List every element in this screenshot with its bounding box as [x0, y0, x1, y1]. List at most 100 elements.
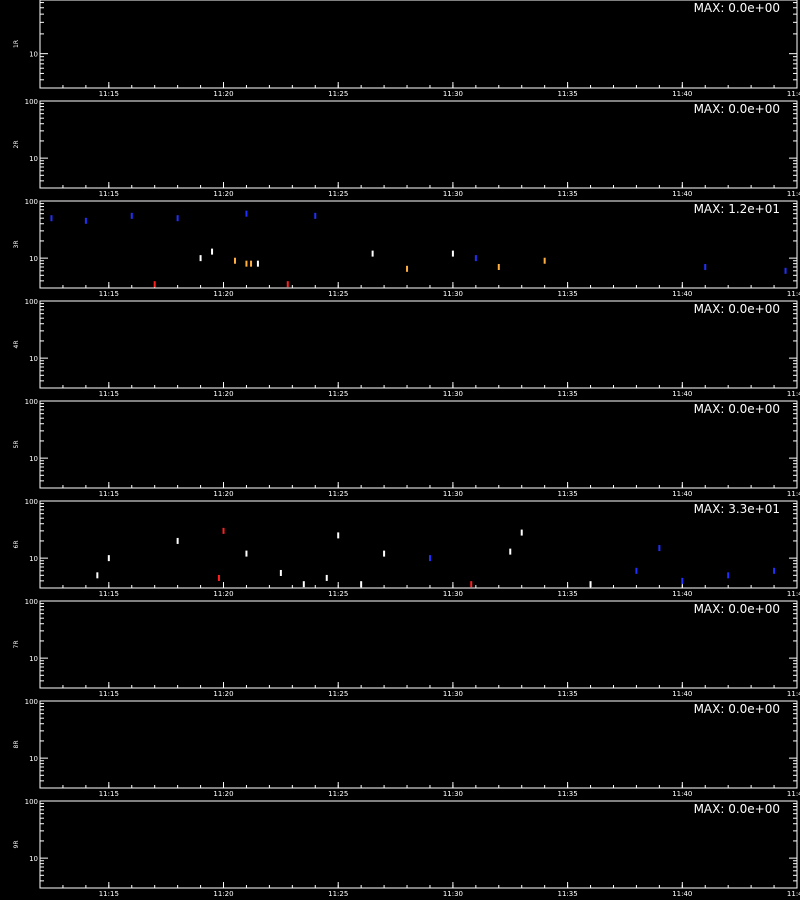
- y-tick-label: 100: [25, 798, 38, 806]
- data-point: [406, 265, 409, 272]
- y-axis-label: 7R: [13, 641, 20, 649]
- y-axis-label: 2R: [13, 141, 20, 149]
- max-label: MAX: 3.3e+01: [694, 502, 780, 516]
- x-tick-label: 11:40: [672, 390, 692, 398]
- plot-frame: [39, 300, 798, 389]
- y-axis-label: 5R: [13, 441, 20, 449]
- x-tick-label: 11:35: [558, 490, 578, 498]
- max-label: MAX: 0.0e+00: [694, 1, 780, 15]
- x-tick-label: 11:30: [443, 390, 463, 398]
- x-tick-label: 11:20: [213, 790, 233, 798]
- y-axis-label: 1R: [13, 40, 20, 48]
- y-tick-label: 10: [29, 355, 38, 363]
- x-tick-label: 11:20: [213, 890, 233, 898]
- plot-frame: [39, 0, 798, 89]
- x-tick-label: 11:45: [787, 890, 800, 898]
- y-tick-label: 100: [25, 98, 38, 106]
- panel-4r: 100 10 4R 11:15 11:20 11:25 11:30 11:35 11:40 11:…: [13, 298, 800, 398]
- x-tick-label: 11:45: [787, 490, 800, 498]
- panel-stack: 10 1R 11:15 11:20 11:25 11:30 11:35 11:40 11:45 M…: [13, 0, 800, 898]
- x-tick-label: 11:25: [328, 590, 348, 598]
- data-point: [222, 527, 225, 534]
- panel-9r: 100 10 9R 11:15 11:20 11:25 11:30 11:35 11:40 11:…: [13, 798, 800, 898]
- x-tick-label: 11:15: [99, 790, 119, 798]
- plot-frame: [39, 800, 798, 889]
- x-tick-label: 11:20: [213, 690, 233, 698]
- x-tick-label: 11:15: [99, 590, 119, 598]
- panel-3r: 100 10 3R 11:15 11:20 11:25 11:30 11:35 11:40 11:…: [13, 198, 800, 298]
- x-tick-label: 11:40: [672, 490, 692, 498]
- plot-frame: [39, 400, 798, 489]
- max-label: MAX: 0.0e+00: [694, 102, 780, 116]
- data-point: [509, 548, 512, 555]
- panel-1r: 10 1R 11:15 11:20 11:25 11:30 11:35 11:40 11:45 M…: [13, 0, 800, 98]
- y-tick-label: 10: [29, 455, 38, 463]
- x-tick-label: 11:45: [787, 390, 800, 398]
- x-tick-label: 11:30: [443, 690, 463, 698]
- x-tick-label: 11:30: [443, 890, 463, 898]
- max-label: MAX: 0.0e+00: [694, 702, 780, 716]
- x-tick-label: 11:30: [443, 90, 463, 98]
- plot-frame: [39, 700, 798, 789]
- x-tick-label: 11:15: [99, 90, 119, 98]
- data-point: [470, 581, 473, 588]
- data-point: [474, 255, 477, 262]
- data-point: [256, 260, 259, 267]
- x-tick-label: 11:20: [213, 590, 233, 598]
- data-point: [153, 281, 156, 288]
- x-tick-label: 11:35: [558, 290, 578, 298]
- x-tick-label: 11:25: [328, 90, 348, 98]
- x-tick-label: 11:20: [213, 290, 233, 298]
- y-axis-label: 3R: [13, 241, 20, 249]
- y-tick-label: 10: [29, 51, 38, 59]
- x-tick-label: 11:15: [99, 190, 119, 198]
- data-point: [107, 555, 110, 562]
- panel-8r: 100 10 8R 11:15 11:20 11:25 11:30 11:35 11:40 11:…: [13, 698, 800, 798]
- panel-2r: 100 10 2R 11:15 11:20 11:25 11:30 11:35 11:40 11:…: [13, 98, 800, 198]
- panel-5r: 100 10 5R 11:15 11:20 11:25 11:30 11:35 11:40 11:…: [13, 398, 800, 498]
- x-tick-label: 11:40: [672, 890, 692, 898]
- x-tick-label: 11:40: [672, 290, 692, 298]
- x-tick-label: 11:20: [213, 190, 233, 198]
- y-tick-label: 10: [29, 655, 38, 663]
- data-point: [543, 257, 546, 264]
- y-tick-label: 10: [29, 555, 38, 563]
- y-axis-label: 9R: [13, 841, 20, 849]
- max-label: MAX: 0.0e+00: [694, 602, 780, 616]
- data-point: [130, 212, 133, 219]
- x-tick-label: 11:45: [787, 290, 800, 298]
- x-tick-label: 11:35: [558, 590, 578, 598]
- y-tick-label: 100: [25, 598, 38, 606]
- x-tick-label: 11:30: [443, 290, 463, 298]
- data-point: [314, 212, 317, 219]
- y-tick-label: 10: [29, 155, 38, 163]
- y-tick-label: 10: [29, 255, 38, 263]
- x-tick-label: 11:25: [328, 390, 348, 398]
- data-point: [233, 257, 236, 264]
- max-label: MAX: 0.0e+00: [694, 802, 780, 816]
- data-point: [589, 581, 592, 588]
- data-point: [199, 255, 202, 262]
- x-tick-label: 11:35: [558, 790, 578, 798]
- x-tick-label: 11:15: [99, 490, 119, 498]
- data-point: [784, 267, 787, 274]
- x-tick-label: 11:35: [558, 90, 578, 98]
- x-tick-label: 11:25: [328, 490, 348, 498]
- data-point: [337, 532, 340, 539]
- x-tick-label: 11:15: [99, 890, 119, 898]
- x-tick-label: 11:15: [99, 290, 119, 298]
- data-point: [360, 581, 363, 588]
- y-axis-label: 8R: [13, 741, 20, 749]
- data-point: [96, 572, 99, 579]
- x-tick-label: 11:45: [787, 690, 800, 698]
- data-point: [211, 248, 214, 255]
- max-label: MAX: 0.0e+00: [694, 302, 780, 316]
- y-tick-label: 100: [25, 398, 38, 406]
- x-tick-label: 11:30: [443, 590, 463, 598]
- x-tick-label: 11:40: [672, 690, 692, 698]
- plot-frame: [39, 500, 798, 589]
- data-point: [428, 555, 431, 562]
- x-tick-label: 11:35: [558, 890, 578, 898]
- x-tick-label: 11:40: [672, 90, 692, 98]
- data-point: [50, 215, 53, 222]
